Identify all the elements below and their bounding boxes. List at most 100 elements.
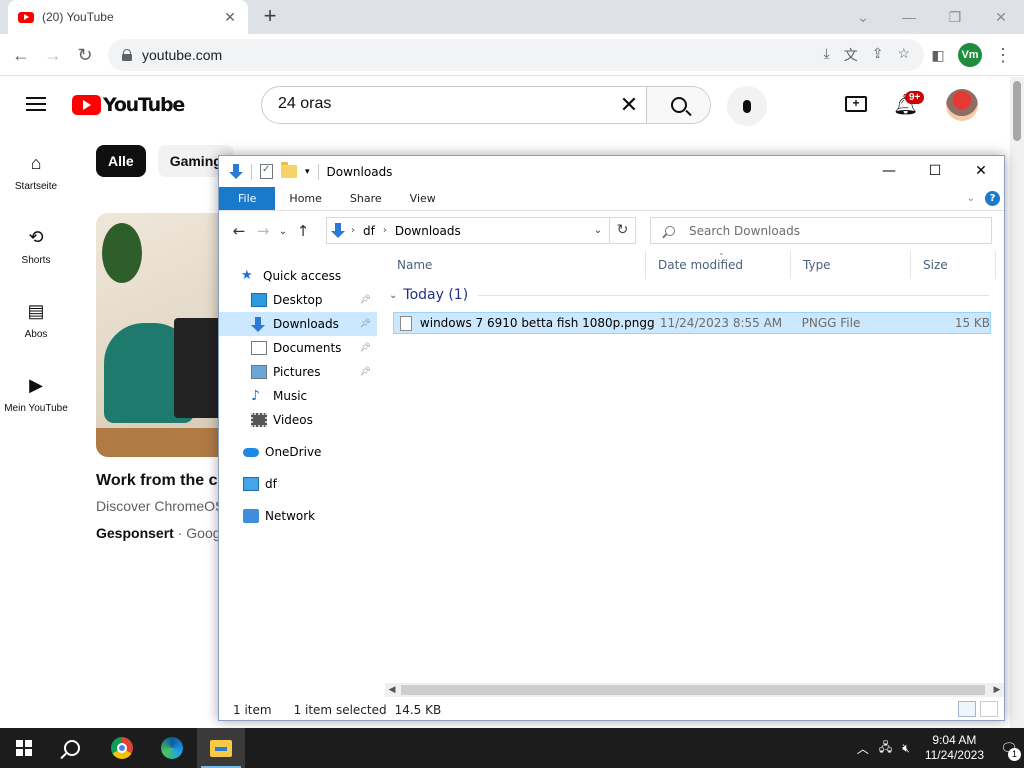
- sidebar-item-library[interactable]: ▶ Mein YouTube: [0, 375, 72, 414]
- forward-arrow-icon[interactable]: →: [251, 222, 275, 240]
- show-hidden-icons-chevron-icon[interactable]: ︿: [857, 740, 869, 757]
- forward-arrow-icon[interactable]: →: [40, 42, 66, 68]
- bookmark-star-icon[interactable]: ☆: [897, 45, 910, 65]
- nav-item-documents[interactable]: Documents 📌︎: [219, 336, 377, 360]
- explorer-maximize-button[interactable]: ☐: [912, 156, 958, 186]
- profile-avatar[interactable]: Vm: [958, 43, 982, 67]
- address-breadcrumb[interactable]: › df › Downloads ⌄: [326, 217, 610, 244]
- properties-icon[interactable]: [260, 164, 273, 179]
- breadcrumb-df[interactable]: df: [363, 224, 375, 238]
- side-panel-icon[interactable]: ◧: [925, 42, 951, 68]
- minimize-button[interactable]: —: [886, 0, 932, 34]
- action-center-button[interactable]: 🗨︎ 1: [994, 728, 1024, 768]
- translate-icon[interactable]: 文: [844, 45, 858, 65]
- reload-icon[interactable]: ↻: [72, 42, 98, 68]
- large-icons-view-icon[interactable]: [980, 701, 998, 717]
- sidebar-item-subscriptions[interactable]: ▤ Abos: [0, 301, 72, 340]
- scroll-left-icon[interactable]: ◀: [385, 683, 399, 697]
- ribbon-tab-file[interactable]: File: [219, 187, 276, 210]
- taskbar-search-button[interactable]: [48, 728, 96, 768]
- browser-tab-youtube[interactable]: (20) YouTube ✕: [8, 0, 248, 34]
- back-arrow-icon[interactable]: ←: [8, 42, 34, 68]
- tab-close-icon[interactable]: ✕: [222, 9, 238, 26]
- tab-search-chevron-icon[interactable]: ⌄: [840, 0, 886, 34]
- search-input[interactable]: 24 oras: [262, 87, 612, 123]
- address-dropdown-chevron-icon[interactable]: ⌄: [587, 225, 609, 236]
- share-icon[interactable]: ⇪: [872, 45, 884, 65]
- file-row[interactable]: windows 7 6910 betta fish 1080p.pngg 11/…: [393, 312, 991, 334]
- start-button[interactable]: [0, 728, 48, 768]
- clock[interactable]: 9:04 AM 11/24/2023: [925, 733, 984, 763]
- refresh-icon[interactable]: ↻: [610, 217, 636, 244]
- youtube-logo[interactable]: YouTube: [72, 94, 185, 116]
- taskbar-chrome[interactable]: [98, 728, 146, 768]
- column-header-type[interactable]: Type: [791, 251, 911, 279]
- nav-item-onedrive[interactable]: OneDrive: [219, 440, 377, 464]
- network-status-icon[interactable]: 🖧︎: [879, 738, 892, 759]
- ad-sponsored-line: Gesponsert · Goog: [96, 525, 221, 541]
- scrollbar-thumb[interactable]: [401, 685, 985, 695]
- page-scrollbar[interactable]: [1010, 77, 1024, 728]
- scroll-right-icon[interactable]: ▶: [990, 683, 1004, 697]
- sidebar-item-shorts[interactable]: ⟲ Shorts: [0, 227, 72, 266]
- pin-icon: 📌︎: [359, 295, 371, 305]
- nav-item-network[interactable]: Network: [219, 504, 377, 528]
- ribbon-tab-view[interactable]: View: [396, 187, 450, 210]
- expand-ribbon-chevron-icon[interactable]: ⌄: [967, 193, 975, 204]
- customize-toolbar-chevron-icon[interactable]: ▾: [305, 167, 310, 177]
- ad-title[interactable]: Work from the clo: [96, 472, 232, 490]
- volume-muted-icon[interactable]: 🔇︎: [902, 741, 910, 756]
- horizontal-scrollbar[interactable]: ◀ ▶: [385, 683, 1004, 697]
- column-header-name[interactable]: Name: [385, 251, 646, 279]
- chip-all[interactable]: Alle: [96, 145, 146, 177]
- lock-icon[interactable]: [122, 49, 132, 61]
- details-view-icon[interactable]: [958, 701, 976, 717]
- voice-search-button[interactable]: [727, 86, 767, 126]
- nav-item-videos[interactable]: Videos: [219, 408, 377, 432]
- clear-search-icon[interactable]: ✕: [612, 87, 646, 123]
- up-arrow-icon[interactable]: ↑: [291, 222, 315, 240]
- star-icon: ★: [241, 268, 253, 283]
- new-tab-button[interactable]: +: [258, 5, 282, 29]
- close-window-button[interactable]: ✕: [978, 0, 1024, 34]
- group-header-today[interactable]: ⌄ Today (1): [389, 285, 989, 305]
- chrome-menu-icon[interactable]: ⋮: [990, 42, 1016, 68]
- cloud-icon: [243, 447, 259, 457]
- back-arrow-icon[interactable]: ←: [227, 222, 251, 240]
- breadcrumb-downloads[interactable]: Downloads: [395, 224, 461, 238]
- explorer-search-box[interactable]: Search Downloads: [650, 217, 992, 244]
- column-header-size[interactable]: Size: [911, 251, 996, 279]
- file-size: 15 KB: [954, 316, 991, 330]
- hamburger-menu-icon[interactable]: [26, 97, 46, 111]
- address-bar[interactable]: youtube.com ⤓ 文 ⇪ ☆: [108, 39, 924, 71]
- recent-locations-chevron-icon[interactable]: ⌄: [275, 226, 291, 237]
- install-app-icon[interactable]: ⤓: [824, 45, 830, 65]
- taskbar-edge[interactable]: [148, 728, 196, 768]
- ribbon-tab-home[interactable]: Home: [275, 187, 335, 210]
- filter-chips: Alle Gaming: [96, 145, 234, 177]
- sidebar-item-home[interactable]: ⌂ Startseite: [0, 153, 72, 192]
- nav-item-this-pc[interactable]: df: [219, 472, 377, 496]
- new-folder-icon[interactable]: [281, 162, 297, 178]
- youtube-search-box: 24 oras ✕: [261, 86, 711, 124]
- nav-item-downloads[interactable]: Downloads 📌︎: [219, 312, 377, 336]
- create-video-icon[interactable]: +: [845, 96, 867, 112]
- url-text[interactable]: youtube.com: [142, 47, 824, 63]
- explorer-minimize-button[interactable]: —: [866, 156, 912, 186]
- search-placeholder[interactable]: Search Downloads: [689, 224, 800, 238]
- explorer-close-button[interactable]: ✕: [958, 156, 1004, 186]
- computer-icon: [243, 477, 259, 491]
- nav-item-music[interactable]: ♪ Music: [219, 384, 377, 408]
- nav-item-desktop[interactable]: Desktop 📌︎: [219, 288, 377, 312]
- restore-button[interactable]: ❐: [932, 0, 978, 34]
- nav-item-label: df: [265, 477, 277, 491]
- help-icon[interactable]: ?: [985, 191, 1000, 206]
- nav-item-quick-access[interactable]: ★ Quick access: [219, 264, 377, 288]
- taskbar-file-explorer[interactable]: [197, 728, 245, 768]
- nav-item-label: Pictures: [273, 365, 321, 379]
- nav-item-pictures[interactable]: Pictures 📌︎: [219, 360, 377, 384]
- ribbon-tab-share[interactable]: Share: [336, 187, 396, 210]
- collapse-chevron-icon[interactable]: ⌄: [389, 290, 397, 301]
- account-avatar[interactable]: [946, 89, 978, 121]
- search-button[interactable]: [646, 87, 710, 123]
